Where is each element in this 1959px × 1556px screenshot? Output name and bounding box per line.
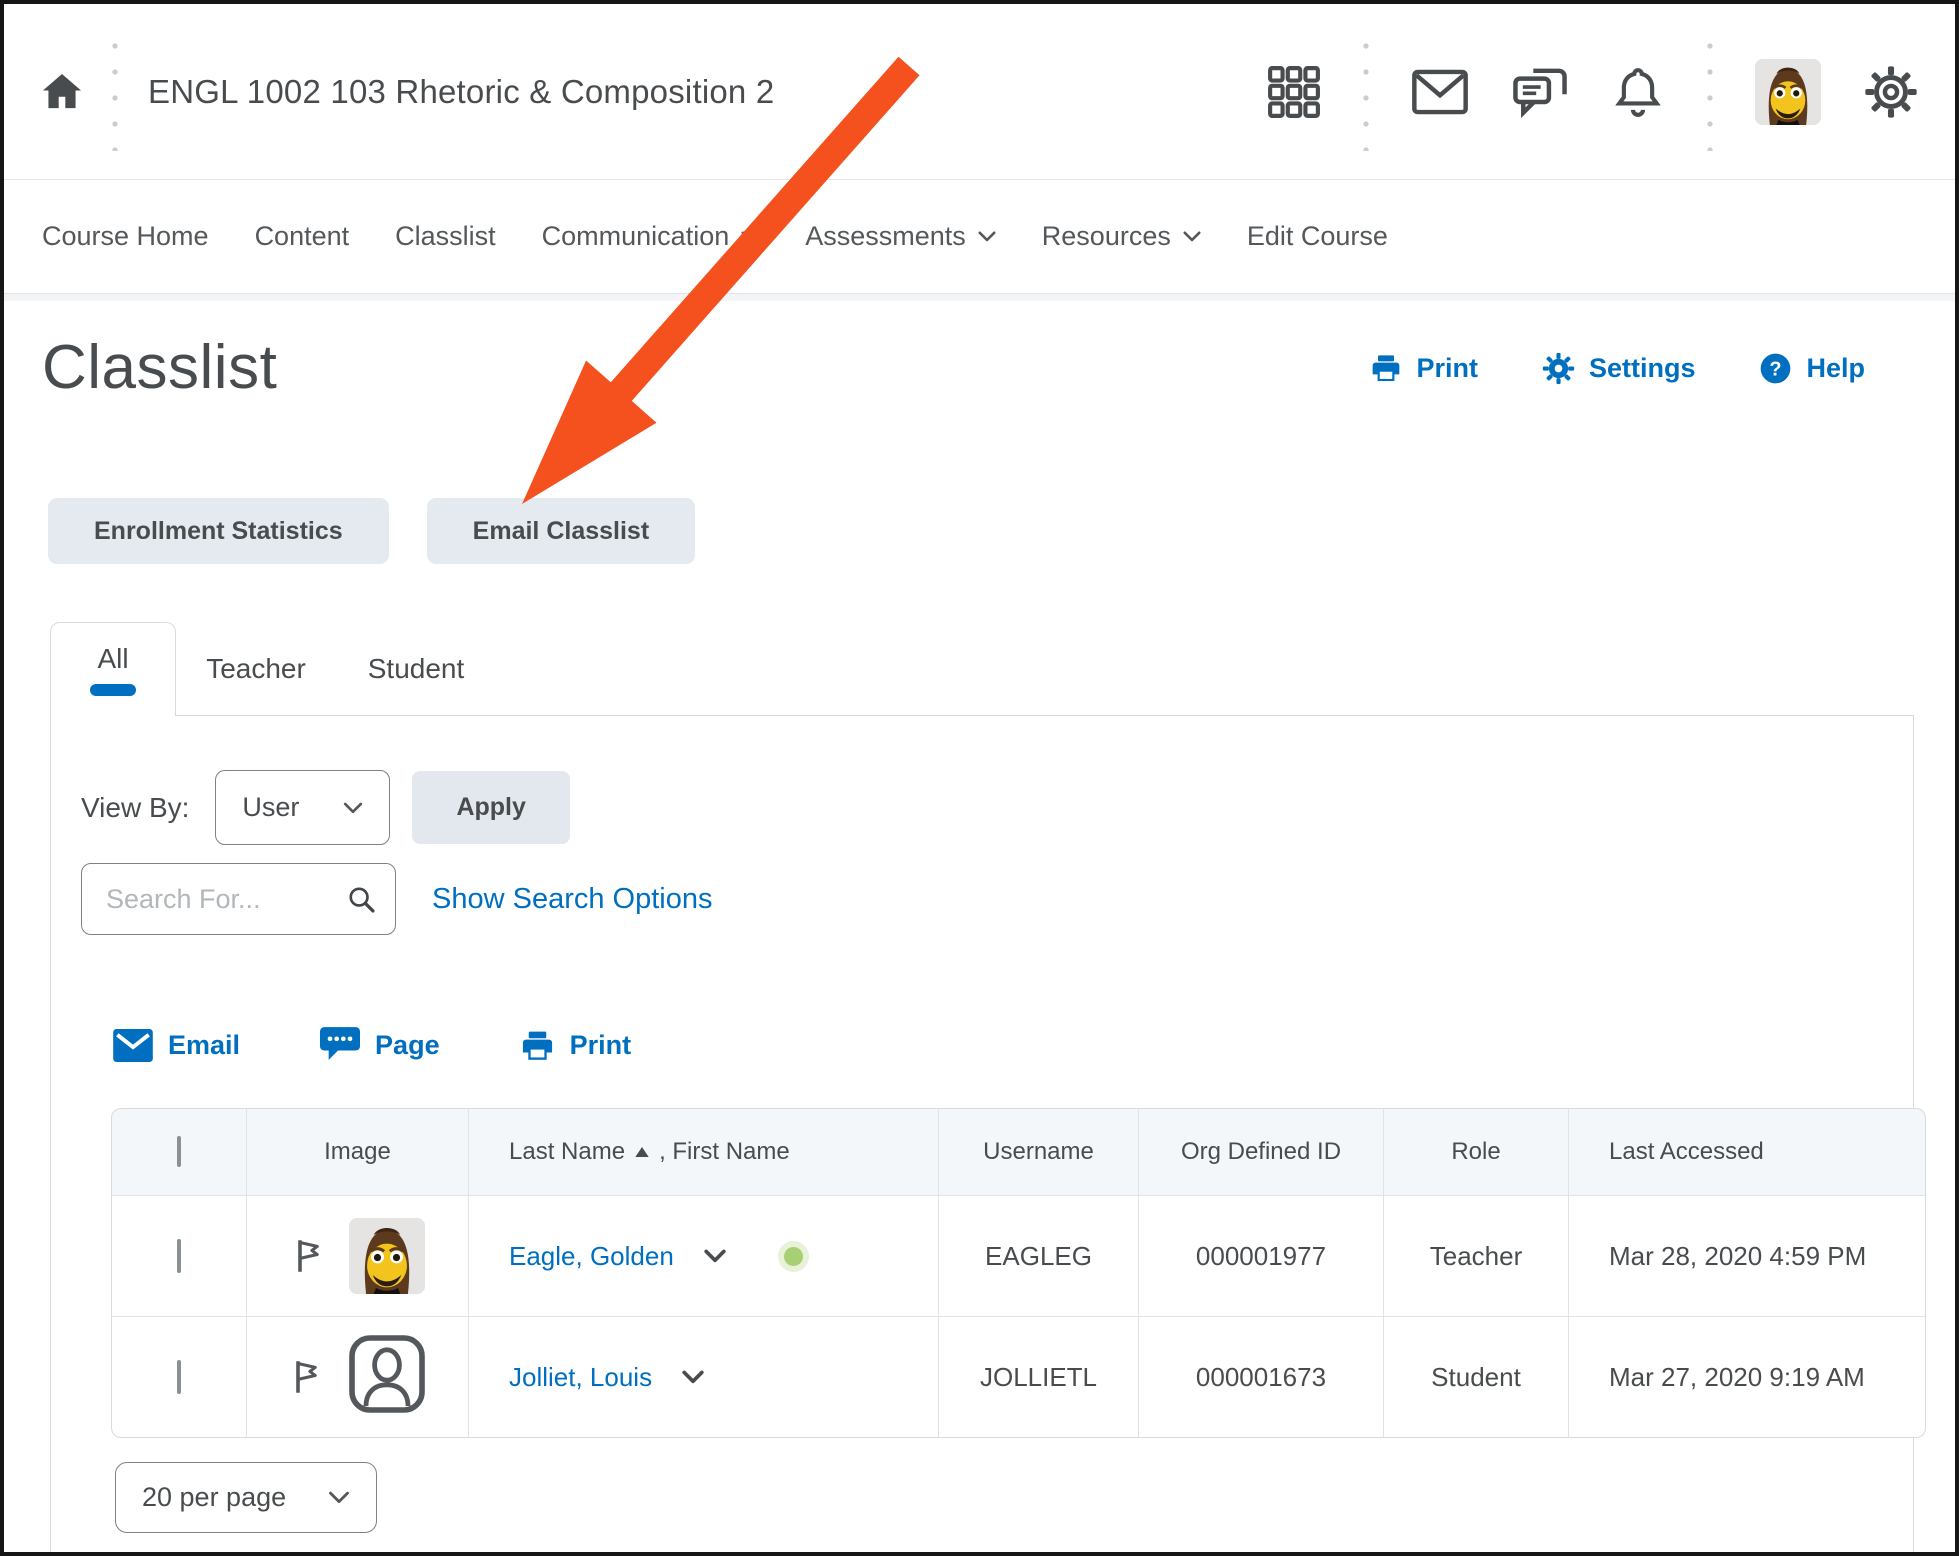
divider-dots: [1363, 33, 1369, 151]
show-search-options-link[interactable]: Show Search Options: [432, 883, 712, 916]
nav-assessments[interactable]: Assessments: [805, 221, 996, 252]
printer-icon: [1370, 352, 1402, 384]
view-by-label: View By:: [81, 792, 189, 824]
bell-icon[interactable]: [1611, 64, 1665, 120]
list-actions: Email Page Print: [113, 1027, 1883, 1064]
role-tabs: All Teacher Student: [50, 622, 1917, 716]
home-icon[interactable]: [40, 70, 84, 114]
user-name-link[interactable]: Eagle, Golden: [509, 1241, 674, 1272]
column-header-last-accessed: Last Accessed: [1568, 1108, 1926, 1196]
nav-classlist[interactable]: Classlist: [395, 221, 496, 252]
user-name-link[interactable]: Jolliet, Louis: [509, 1362, 652, 1393]
course-nav: Course Home Content Classlist Communicat…: [4, 180, 1955, 294]
flag-icon[interactable]: [291, 1236, 327, 1276]
print-selected-button[interactable]: Print: [520, 1027, 632, 1064]
chevron-down-icon: [343, 802, 363, 814]
row-checkbox[interactable]: [177, 1360, 181, 1394]
search-icon[interactable]: [346, 884, 377, 915]
table-row: Jolliet, Louis JOLLIETL 000001673 Studen…: [111, 1317, 1926, 1438]
column-header-name[interactable]: Last Name , First Name: [468, 1108, 938, 1196]
table-row: Eagle, Golden EAGLEG 000001977 Teacher M…: [111, 1196, 1926, 1317]
enrollment-statistics-button[interactable]: Enrollment Statistics: [48, 498, 389, 564]
nav-resources[interactable]: Resources: [1042, 221, 1201, 252]
username-cell: JOLLIETL: [938, 1317, 1138, 1438]
last-accessed-cell: Mar 28, 2020 4:59 PM: [1568, 1196, 1926, 1317]
profile-photo: [349, 1218, 425, 1294]
column-header-role: Role: [1383, 1108, 1568, 1196]
placeholder-avatar-icon: [347, 1334, 427, 1421]
gear-icon[interactable]: [1863, 64, 1919, 120]
username-cell: EAGLEG: [938, 1196, 1138, 1317]
table-header-row: Image Last Name , First Name Username Or…: [111, 1108, 1926, 1196]
print-link[interactable]: Print: [1370, 352, 1478, 384]
page-utilities: Print: [1370, 352, 1917, 385]
app-grid-icon[interactable]: [1267, 65, 1321, 119]
last-accessed-cell: Mar 27, 2020 9:19 AM: [1568, 1317, 1926, 1438]
active-tab-indicator: [90, 684, 136, 696]
mail-icon[interactable]: [1411, 67, 1469, 117]
search-input[interactable]: [106, 884, 346, 915]
role-cell: Student: [1383, 1317, 1568, 1438]
org-id-cell: 000001977: [1138, 1196, 1383, 1317]
chevron-down-icon: [741, 231, 759, 242]
nav-course-home[interactable]: Course Home: [42, 221, 209, 252]
per-page-select[interactable]: 20 per page: [115, 1462, 377, 1533]
email-classlist-button[interactable]: Email Classlist: [427, 498, 695, 564]
sort-ascending-icon: [635, 1147, 649, 1157]
help-link[interactable]: ? Help: [1759, 352, 1865, 385]
tab-panel: View By: User Apply Show Search Options: [50, 715, 1914, 1555]
user-avatar[interactable]: [1755, 59, 1821, 125]
nav-content[interactable]: Content: [255, 221, 350, 252]
column-header-image: Image: [246, 1108, 468, 1196]
divider-dots: [1707, 33, 1713, 151]
app-window: ENGL 1002 103 Rhetoric & Composition 2: [0, 0, 1959, 1556]
gear-icon: [1542, 352, 1575, 385]
chat-icon[interactable]: [1511, 63, 1569, 121]
classlist-table: Image Last Name , First Name Username Or…: [111, 1108, 1926, 1438]
email-icon: [113, 1029, 153, 1062]
top-bar: ENGL 1002 103 Rhetoric & Composition 2: [4, 4, 1955, 180]
nav-edit-course[interactable]: Edit Course: [1247, 221, 1388, 252]
flag-icon[interactable]: [289, 1357, 325, 1397]
email-selected-button[interactable]: Email: [113, 1027, 240, 1064]
help-icon: ?: [1759, 352, 1792, 385]
chevron-down-icon: [328, 1491, 350, 1504]
view-by-select[interactable]: User: [215, 770, 390, 845]
divider-dots: [112, 33, 118, 151]
settings-link[interactable]: Settings: [1542, 352, 1696, 385]
svg-text:?: ?: [1770, 358, 1782, 380]
nav-communication[interactable]: Communication: [542, 221, 760, 252]
page-selected-button[interactable]: Page: [320, 1027, 440, 1064]
course-title[interactable]: ENGL 1002 103 Rhetoric & Composition 2: [148, 73, 774, 111]
online-status-indicator: [784, 1247, 803, 1266]
tab-student[interactable]: Student: [336, 622, 496, 716]
chevron-down-icon: [978, 231, 996, 242]
printer-icon: [520, 1028, 555, 1063]
chevron-down-icon: [1183, 231, 1201, 242]
column-header-username: Username: [938, 1108, 1138, 1196]
row-checkbox[interactable]: [177, 1239, 181, 1273]
column-header-org-id: Org Defined ID: [1138, 1108, 1383, 1196]
select-all-checkbox[interactable]: [177, 1136, 181, 1167]
tab-teacher[interactable]: Teacher: [176, 622, 336, 716]
topbar-actions: [1267, 33, 1919, 151]
classlist-actions: Enrollment Statistics Email Classlist: [48, 498, 1917, 564]
user-actions-chevron-icon[interactable]: [682, 1370, 704, 1384]
apply-button[interactable]: Apply: [412, 771, 569, 844]
search-field: [81, 863, 396, 935]
tab-all[interactable]: All: [50, 622, 176, 716]
org-id-cell: 000001673: [1138, 1317, 1383, 1438]
page-icon: [320, 1027, 360, 1064]
user-actions-chevron-icon[interactable]: [704, 1249, 726, 1263]
page-title: Classlist: [42, 330, 277, 406]
role-cell: Teacher: [1383, 1196, 1568, 1317]
